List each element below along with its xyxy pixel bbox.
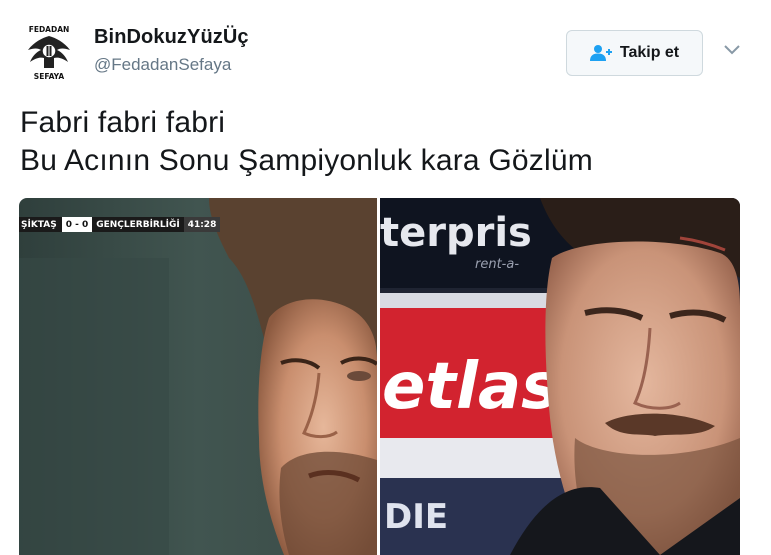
tweet-text: Fabri fabri fabri Bu Acının Sonu Şampiyo… [20,104,750,180]
scoreboard: ŞİKTAŞ 0 - 0 GENÇLERBİRLİĞİ 41:28 [19,217,221,232]
eagle-logo-icon: FEDADAN SEFAYA [28,25,70,81]
scoreboard-team-home: ŞİKTAŞ [19,217,62,232]
sign-top-small-text: rent-a- [475,257,519,272]
more-menu-button[interactable] [722,42,742,56]
chevron-down-icon [724,45,740,55]
tweet-line-1: Fabri fabri fabri [20,106,226,139]
tweet-line-2: Bu Acının Sonu Şampiyonluk kara Gözlüm [20,144,593,177]
sign-top-text: terpris [380,210,532,256]
user-info[interactable]: BinDokuzYüzÜç @FedadanSefaya [94,26,249,75]
sign-bottom-text: DIE [384,497,448,537]
follow-label: Takip et [619,44,680,61]
photo-right[interactable]: terpris rent-a- etlas DIE [380,198,740,555]
follow-button[interactable]: Takip et [566,30,703,76]
avatar-text-bottom: SEFAYA [34,72,65,81]
scoreboard-time: 41:28 [183,217,221,232]
user-handle[interactable]: @FedadanSefaya [94,55,249,75]
tweet-photo[interactable]: ŞİKTAŞ 0 - 0 GENÇLERBİRLİĞİ 41:28 terpri… [19,198,740,555]
tweet-card: FEDADAN SEFAYA BinDokuzYüzÜç @FedadanSef… [0,0,771,555]
avatar-text-top: FEDADAN [29,25,70,34]
sign-middle-text: etlas [382,350,559,424]
scoreboard-score: 0 - 0 [61,217,93,232]
avatar[interactable]: FEDADAN SEFAYA [22,24,76,82]
scoreboard-team-away: GENÇLERBİRLİĞİ [92,217,184,232]
photo-left[interactable]: ŞİKTAŞ 0 - 0 GENÇLERBİRLİĞİ 41:28 [19,198,377,555]
player-crying-photo [19,198,377,555]
display-name[interactable]: BinDokuzYüzÜç [94,26,249,49]
player-interview-photo: terpris rent-a- etlas DIE [380,198,740,555]
add-user-icon [589,45,612,61]
